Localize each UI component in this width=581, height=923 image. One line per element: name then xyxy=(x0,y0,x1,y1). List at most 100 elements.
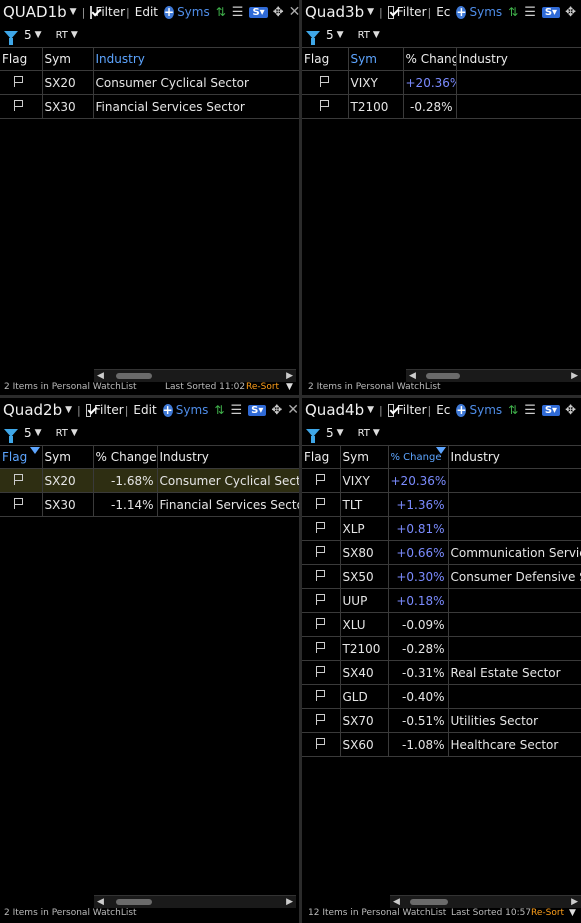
chevron-down-icon[interactable]: ▼ xyxy=(35,30,42,40)
table-row[interactable]: VIXY +20.36% xyxy=(302,70,581,95)
window-title[interactable]: QUAD1b xyxy=(3,3,67,21)
scroll-left-icon[interactable]: ◀ xyxy=(393,897,400,907)
sym-cell[interactable]: SX20 xyxy=(42,70,94,95)
horizontal-scrollbar[interactable]: ◀ ▶ xyxy=(94,369,296,382)
scroll-right-icon[interactable]: ▶ xyxy=(571,897,578,907)
window-title[interactable]: Quad3b xyxy=(305,3,364,21)
chevron-down-icon[interactable]: ▼ xyxy=(337,30,344,40)
column-header-change[interactable]: % Change xyxy=(403,47,457,71)
table-row[interactable]: T2100 -0.28% xyxy=(302,94,581,119)
edit-button[interactable]: Edit xyxy=(133,403,156,417)
flag-cell[interactable] xyxy=(302,612,341,637)
column-header-change[interactable]: % Change xyxy=(388,445,449,469)
flag-cell[interactable] xyxy=(0,492,43,517)
industry-cell[interactable] xyxy=(448,612,581,637)
sort-icon[interactable]: ⇅ xyxy=(214,403,224,417)
table-row[interactable]: T2100 -0.28% xyxy=(302,636,581,661)
flag-cell[interactable] xyxy=(302,564,341,589)
flag-cell[interactable] xyxy=(302,516,341,541)
scroll-right-icon[interactable]: ▶ xyxy=(286,371,293,381)
filter-label[interactable]: Filter xyxy=(397,403,427,417)
change-cell[interactable]: -0.28% xyxy=(388,636,449,661)
move-icon[interactable]: ✥ xyxy=(565,5,576,20)
resort-button[interactable]: Re-Sort xyxy=(531,908,564,918)
column-header-flag[interactable]: Flag xyxy=(302,47,349,71)
flag-icon[interactable] xyxy=(14,99,24,111)
horizontal-scrollbar[interactable]: ◀ ▶ xyxy=(406,369,581,382)
sort-icon[interactable]: ⇅ xyxy=(508,403,518,417)
window-title[interactable]: Quad4b xyxy=(305,401,364,419)
industry-cell[interactable]: Consumer Cyclical Sector xyxy=(93,70,299,95)
scroll-right-icon[interactable]: ▶ xyxy=(286,897,293,907)
resort-button[interactable]: Re-Sort xyxy=(246,382,279,392)
industry-cell[interactable] xyxy=(448,468,581,493)
table-row[interactable]: SX50+0.30%Consumer Defensive Secto xyxy=(302,564,581,589)
chevron-down-icon[interactable]: ▼ xyxy=(286,382,293,392)
filter-label[interactable]: Filter xyxy=(397,5,427,19)
sym-cell[interactable]: SX60 xyxy=(340,732,389,757)
industry-cell[interactable] xyxy=(448,588,581,613)
sym-cell[interactable]: VIXY xyxy=(348,70,404,95)
chevron-down-icon[interactable]: ▼ xyxy=(373,428,380,438)
flag-cell[interactable] xyxy=(302,540,341,565)
syms-button[interactable]: Syms xyxy=(176,403,209,417)
table-row[interactable]: GLD -0.40% xyxy=(302,684,581,709)
sym-cell[interactable]: TLT xyxy=(340,492,389,517)
flag-cell[interactable] xyxy=(0,94,43,119)
chevron-down-icon[interactable]: ▼ xyxy=(337,428,344,438)
scroll-right-icon[interactable]: ▶ xyxy=(571,371,578,381)
industry-cell[interactable]: Consumer Defensive Secto xyxy=(448,564,581,589)
column-header-flag[interactable]: Flag xyxy=(302,445,341,469)
close-icon[interactable]: ✕ xyxy=(287,402,299,418)
scroll-left-icon[interactable]: ◀ xyxy=(97,897,104,907)
syms-button[interactable]: Syms xyxy=(469,403,502,417)
change-cell[interactable]: +0.18% xyxy=(388,588,449,613)
sym-cell[interactable]: VIXY xyxy=(340,468,389,493)
menu-icon[interactable]: ☰ xyxy=(524,403,536,418)
flag-cell[interactable] xyxy=(302,492,341,517)
syms-button[interactable]: Syms xyxy=(177,5,210,19)
flag-icon[interactable] xyxy=(316,569,326,581)
rt-label[interactable]: RT xyxy=(56,428,68,439)
column-header-flag[interactable]: Flag xyxy=(0,445,43,469)
column-header-sym[interactable]: Sym xyxy=(42,47,94,71)
flag-icon[interactable] xyxy=(316,689,326,701)
flag-icon[interactable] xyxy=(316,545,326,557)
sym-cell[interactable]: SX70 xyxy=(340,708,389,733)
flag-icon[interactable] xyxy=(14,473,24,485)
industry-cell[interactable]: Financial Services Sector xyxy=(157,492,299,517)
move-icon[interactable]: ✥ xyxy=(273,5,284,20)
table-row[interactable]: XLP +0.81% xyxy=(302,516,581,541)
flag-icon[interactable] xyxy=(14,497,24,509)
filter-funnel-icon[interactable] xyxy=(4,429,18,443)
change-cell[interactable]: -1.14% xyxy=(93,492,158,517)
table-row[interactable]: SX30 Financial Services Sector xyxy=(0,94,299,119)
sym-cell[interactable]: SX30 xyxy=(42,94,94,119)
industry-cell[interactable] xyxy=(448,492,581,517)
horizontal-scrollbar[interactable]: ◀ ▶ xyxy=(390,895,581,908)
table-row[interactable]: SX20 -1.68% Consumer Cyclical Sector xyxy=(0,468,299,493)
chevron-down-icon[interactable]: ▼ xyxy=(71,30,78,40)
change-cell[interactable]: +0.30% xyxy=(388,564,449,589)
edit-button[interactable]: Ec xyxy=(436,403,450,417)
flag-cell[interactable] xyxy=(0,70,43,95)
scroll-left-icon[interactable]: ◀ xyxy=(97,371,104,381)
flag-cell[interactable] xyxy=(302,468,341,493)
industry-cell[interactable] xyxy=(456,94,581,119)
flag-cell[interactable] xyxy=(302,660,341,685)
menu-icon[interactable]: ☰ xyxy=(524,5,536,20)
s-menu-icon[interactable]: S▾ xyxy=(249,6,268,18)
flag-icon[interactable] xyxy=(316,665,326,677)
s-menu-icon[interactable]: S▾ xyxy=(541,6,561,18)
sym-cell[interactable]: GLD xyxy=(340,684,389,709)
edit-button[interactable]: Ec xyxy=(436,5,450,19)
change-cell[interactable]: -1.08% xyxy=(388,732,449,757)
table-row[interactable]: SX40 -0.31% Real Estate Sector xyxy=(302,660,581,685)
move-icon[interactable]: ✥ xyxy=(271,403,282,418)
column-header-flag[interactable]: Flag xyxy=(0,47,43,71)
add-icon[interactable]: + xyxy=(164,5,175,19)
table-row[interactable]: SX80+0.66%Communication Services S xyxy=(302,540,581,565)
flag-icon[interactable] xyxy=(316,617,326,629)
change-cell[interactable]: -0.51% xyxy=(388,708,449,733)
sym-cell[interactable]: UUP xyxy=(340,588,389,613)
